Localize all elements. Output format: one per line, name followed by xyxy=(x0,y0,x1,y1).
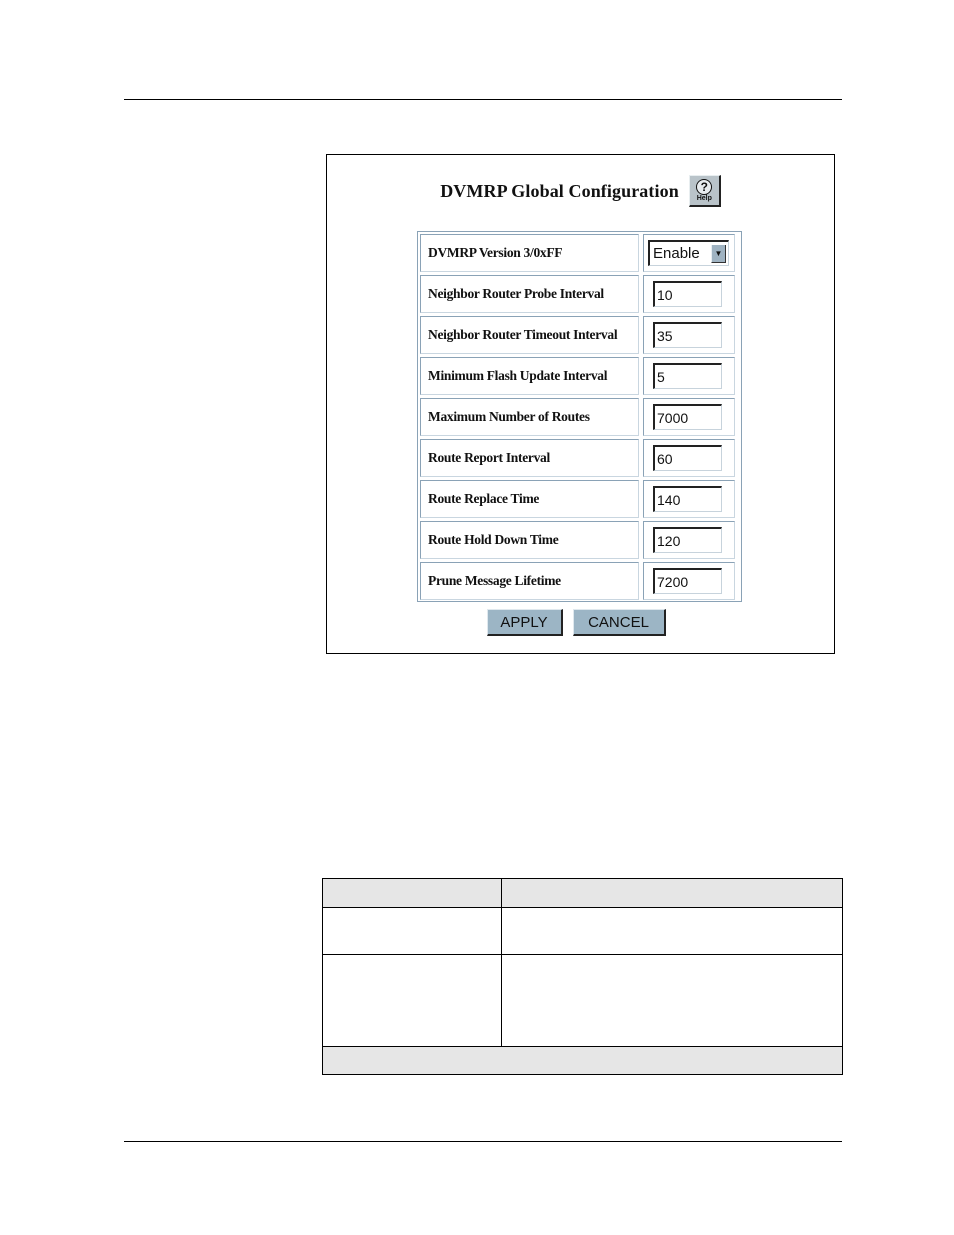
table-header-row xyxy=(322,878,843,908)
probe-interval-input[interactable]: 10 xyxy=(653,281,722,307)
help-button[interactable]: ? Help xyxy=(688,175,721,207)
field-cell: 10 xyxy=(643,275,735,313)
flash-update-input[interactable]: 5 xyxy=(653,363,722,389)
help-label: Help xyxy=(696,194,712,202)
table-cell xyxy=(501,907,843,955)
field-label: Route Hold Down Time xyxy=(420,521,639,559)
prune-lifetime-input[interactable]: 7200 xyxy=(653,568,722,594)
table-row xyxy=(322,907,843,955)
replace-time-input[interactable]: 140 xyxy=(653,486,722,512)
field-cell: 7000 xyxy=(643,398,735,436)
max-routes-input[interactable]: 7000 xyxy=(653,404,722,430)
form-row-probe-interval: Neighbor Router Probe Interval 10 xyxy=(420,275,739,313)
dvmrp-config-figure: DVMRP Global Configuration ? Help DVMRP … xyxy=(326,154,835,654)
field-label: Neighbor Router Probe Interval xyxy=(420,275,639,313)
field-cell: Enable ▼ xyxy=(643,234,735,272)
field-label: Minimum Flash Update Interval xyxy=(420,357,639,395)
hold-down-time-input[interactable]: 120 xyxy=(653,527,722,553)
apply-button[interactable]: APPLY xyxy=(486,609,563,636)
form-row-flash-update: Minimum Flash Update Interval 5 xyxy=(420,357,739,395)
table-row xyxy=(322,954,843,1047)
form-row-replace-time: Route Replace Time 140 xyxy=(420,480,739,518)
field-cell: 35 xyxy=(643,316,735,354)
table-cell xyxy=(501,954,843,1047)
help-icon: ? xyxy=(696,178,713,195)
header-rule xyxy=(124,99,842,100)
form-row-max-routes: Maximum Number of Routes 7000 xyxy=(420,398,739,436)
table-header-cell xyxy=(322,878,502,908)
field-label: Route Report Interval xyxy=(420,439,639,477)
field-cell: 7200 xyxy=(643,562,735,600)
form-row-prune-lifetime: Prune Message Lifetime 7200 xyxy=(420,562,739,600)
table-header-cell xyxy=(501,878,843,908)
footer-rule xyxy=(124,1141,842,1142)
form-row-hold-down-time: Route Hold Down Time 120 xyxy=(420,521,739,559)
field-cell: 5 xyxy=(643,357,735,395)
timeout-interval-input[interactable]: 35 xyxy=(653,322,722,348)
config-form-table: DVMRP Version 3/0xFF Enable ▼ Neighbor R… xyxy=(417,231,742,602)
form-row-dvmrp-version: DVMRP Version 3/0xFF Enable ▼ xyxy=(420,234,739,272)
table-cell xyxy=(322,954,502,1047)
report-interval-input[interactable]: 60 xyxy=(653,445,722,471)
table-footer-cell xyxy=(322,1046,843,1075)
title-row: DVMRP Global Configuration ? Help xyxy=(327,173,834,209)
field-label: Maximum Number of Routes xyxy=(420,398,639,436)
dvmrp-version-select[interactable]: Enable ▼ xyxy=(648,240,729,266)
field-label: DVMRP Version 3/0xFF xyxy=(420,234,639,272)
select-value: Enable xyxy=(653,245,700,262)
field-label: Prune Message Lifetime xyxy=(420,562,639,600)
field-label: Route Replace Time xyxy=(420,480,639,518)
field-label: Neighbor Router Timeout Interval xyxy=(420,316,639,354)
field-cell: 120 xyxy=(643,521,735,559)
table-cell xyxy=(322,907,502,955)
button-row: APPLY CANCEL xyxy=(318,609,834,636)
cancel-button[interactable]: CANCEL xyxy=(572,609,666,636)
page-title: DVMRP Global Configuration xyxy=(440,180,679,201)
form-row-timeout-interval: Neighbor Router Timeout Interval 35 xyxy=(420,316,739,354)
document-table xyxy=(322,878,843,1075)
table-footer-row xyxy=(322,1046,843,1075)
form-row-report-interval: Route Report Interval 60 xyxy=(420,439,739,477)
chevron-down-icon[interactable]: ▼ xyxy=(711,244,726,263)
field-cell: 140 xyxy=(643,480,735,518)
field-cell: 60 xyxy=(643,439,735,477)
